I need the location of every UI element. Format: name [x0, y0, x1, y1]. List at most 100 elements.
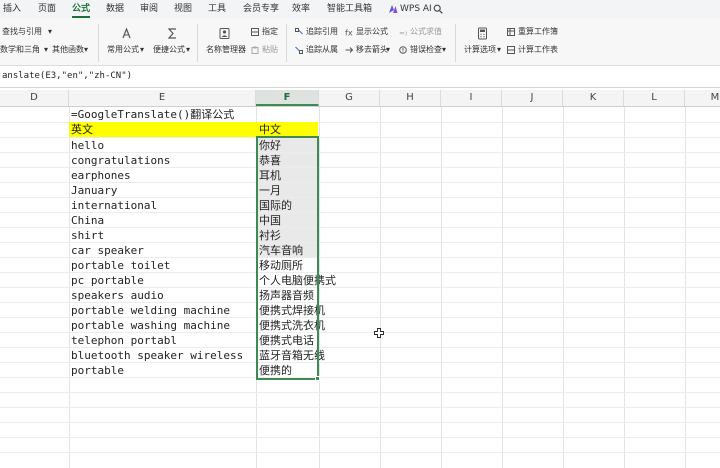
calculator-icon — [478, 27, 487, 40]
menu-tab-data[interactable]: 数据 — [106, 3, 124, 15]
active-tab-indicator — [72, 16, 90, 18]
trace-dependents-icon — [295, 46, 303, 54]
grid-row-line — [0, 407, 720, 408]
chevron-down-icon: ▾ — [497, 45, 502, 54]
show-formulas-button[interactable]: 显示公式 — [356, 27, 388, 37]
english-cell[interactable]: portable — [71, 363, 124, 378]
column-header-k[interactable]: K — [563, 90, 624, 106]
chevron-down-icon: ▾ — [84, 45, 89, 54]
english-cell[interactable]: telephon portabl — [71, 333, 177, 348]
show-formulas-icon: fx — [345, 29, 353, 37]
ribbon-divider — [455, 24, 456, 62]
english-cell[interactable]: congratulations — [71, 153, 170, 168]
name-manager-button[interactable]: 名称管理器 — [206, 45, 246, 55]
column-header-m[interactable]: M — [685, 90, 720, 106]
error-check-icon — [399, 46, 407, 54]
selection-range — [256, 136, 319, 380]
english-cell[interactable]: January — [71, 183, 117, 198]
recalculate-workbook-button[interactable]: 重算工作簿 — [518, 27, 558, 37]
menu-tab-page[interactable]: 页面 — [38, 3, 56, 15]
header-english-cell[interactable]: 英文 — [71, 122, 93, 137]
english-cell[interactable]: portable welding machine — [71, 303, 230, 318]
column-header-f[interactable]: F — [256, 90, 319, 106]
column-header-d[interactable]: D — [0, 90, 69, 106]
menu-tab-view[interactable]: 视图 — [174, 3, 192, 15]
math-trig-button[interactable]: 数学和三角 — [0, 45, 40, 55]
evaluate-formula-icon: =x — [399, 30, 407, 37]
english-cell[interactable]: portable toilet — [71, 258, 170, 273]
column-header-g[interactable]: G — [319, 90, 380, 106]
grid-row-line — [0, 422, 720, 423]
english-cell[interactable]: China — [71, 213, 104, 228]
menu-tab-insert[interactable]: 插入 — [3, 3, 21, 15]
english-cell[interactable]: bluetooth speaker wireless — [71, 348, 243, 363]
english-cell[interactable]: pc portable — [71, 273, 144, 288]
sheet-title-cell[interactable]: =GoogleTranslate()翻译公式 — [71, 107, 234, 122]
menu-tab-member[interactable]: 会员专享 — [243, 3, 279, 15]
fill-handle[interactable] — [315, 376, 320, 381]
other-functions-button[interactable]: 其他函数 — [52, 45, 84, 55]
menu-tab-efficiency[interactable]: 效率 — [292, 3, 310, 15]
common-formula-button[interactable]: 常用公式 — [107, 45, 139, 55]
chevron-down-icon: ▾ — [386, 45, 391, 54]
english-cell[interactable]: car speaker — [71, 243, 144, 258]
error-check-button[interactable]: 错误检查 — [410, 45, 442, 55]
column-header-l[interactable]: L — [624, 90, 685, 106]
specify-icon — [251, 28, 259, 36]
lookup-reference-button[interactable]: 查找与引用 — [2, 27, 42, 37]
menu-tab-formula[interactable]: 公式 — [72, 3, 90, 15]
menu-tab-smart-toolbox[interactable]: 智能工具箱 — [327, 3, 372, 15]
grid-row-line — [0, 437, 720, 438]
search-icon[interactable] — [433, 4, 443, 14]
spreadsheet-grid[interactable]: =GoogleTranslate()翻译公式 英文 中文 hello congr… — [0, 107, 720, 468]
trace-precedents-button[interactable]: 追踪引用 — [306, 27, 338, 37]
column-header-h[interactable]: H — [380, 90, 441, 106]
english-cell[interactable]: hello — [71, 138, 104, 153]
paste-icon — [251, 46, 259, 54]
english-cell[interactable]: international — [71, 198, 157, 213]
chevron-down-icon: ▾ — [48, 27, 53, 36]
calculation-options-button[interactable]: 计算选项 — [464, 45, 496, 55]
wps-ai-button[interactable]: WPS AI — [400, 3, 432, 15]
english-cell[interactable]: speakers audio — [71, 288, 164, 303]
common-formula-icon — [122, 27, 131, 39]
calculate-sheet-icon — [507, 46, 515, 54]
formula-bar[interactable]: anslate(E3,"en","zh-CN") — [0, 66, 720, 88]
english-cell[interactable]: portable washing machine — [71, 318, 230, 333]
remove-arrows-icon — [345, 47, 353, 53]
calculate-sheet-button[interactable]: 计算工作表 — [518, 45, 558, 55]
chevron-down-icon: ▾ — [140, 45, 145, 54]
column-header-j[interactable]: J — [502, 90, 563, 106]
header-chinese-cell[interactable]: 中文 — [259, 122, 281, 137]
menu-tab-review[interactable]: 审阅 — [140, 3, 158, 15]
chevron-down-icon: ▾ — [186, 45, 191, 54]
trace-precedents-icon — [295, 28, 303, 35]
grid-row-line — [0, 137, 720, 138]
chevron-down-icon: ▾ — [442, 45, 447, 54]
grid-row-line — [0, 227, 720, 228]
name-manager-icon — [219, 28, 230, 39]
sigma-icon — [167, 28, 176, 39]
trace-dependents-button[interactable]: 追踪从属 — [306, 45, 338, 55]
column-header-i[interactable]: I — [441, 90, 502, 106]
specify-button[interactable]: 指定 — [262, 27, 278, 37]
remove-arrows-button[interactable]: 移去箭头 — [356, 45, 388, 55]
crosshair-cursor-icon — [374, 328, 384, 338]
wps-ai-icon — [389, 5, 398, 13]
evaluate-formula-button[interactable]: 公式求值 — [410, 27, 442, 37]
grid-row-line — [0, 392, 720, 393]
recalculate-workbook-icon — [507, 28, 515, 36]
ribbon-divider — [197, 24, 198, 62]
ribbon-toolbar: 查找与引用 ▾ 数学和三角 ▾ 其他函数 ▾ 常用公式 ▾ 便捷公式 ▾ 名称管… — [0, 19, 720, 66]
column-header-row: D E F G H I J K L M — [0, 90, 720, 107]
convenient-formula-button[interactable]: 便捷公式 — [153, 45, 185, 55]
english-cell[interactable]: shirt — [71, 228, 104, 243]
english-cell[interactable]: earphones — [71, 168, 131, 183]
formula-input[interactable]: anslate(E3,"en","zh-CN") — [2, 70, 132, 82]
menu-tab-tools[interactable]: 工具 — [208, 3, 226, 15]
svg-text:=x: =x — [399, 30, 407, 37]
column-header-e[interactable]: E — [69, 90, 256, 106]
grid-row-line — [0, 452, 720, 453]
paste-button[interactable]: 粘贴 — [262, 45, 278, 55]
chevron-down-icon: ▾ — [44, 45, 49, 54]
